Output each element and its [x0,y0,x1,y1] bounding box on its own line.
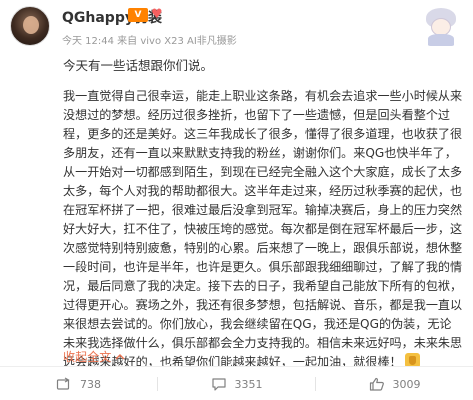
post-headline: 今天有一些话想跟你们说。 [63,58,214,73]
mascot-body [428,34,454,46]
post-header: QGhappy伪装 V ♥ 今天 12:44 来自 vivo X23 AI非凡摄… [0,0,473,52]
collapse-label: 收起全文 [63,350,112,364]
post-meta: 今天 12:44 来自 vivo X23 AI非凡摄影 [62,36,237,47]
post-paragraph: 我一直觉得自己很幸运，能走上职业这条路，有机会去追求一些小时候从来没想过的梦想。… [63,87,463,372]
like-button[interactable]: 3009 [316,367,473,400]
comment-count: 3351 [234,377,263,391]
vip-badge-icon: V [128,8,148,22]
comment-button[interactable]: 3351 [158,367,315,400]
heart-badge-icon: ♥ [151,7,163,22]
like-count: 3009 [392,377,421,391]
avatar-face [23,16,39,34]
comment-icon [211,377,227,391]
mascot-decoration-icon [420,4,464,48]
collapse-fulltext-link[interactable]: 收起全文 [63,348,125,365]
post-content: 我一直觉得自己很幸运，能走上职业这条路，有机会去追求一些小时候从来没想过的梦想。… [63,87,463,372]
chevron-up-icon [115,350,125,364]
avatar[interactable] [10,6,50,46]
repost-icon [56,377,72,391]
repost-count: 738 [80,377,101,391]
post-paragraph-text: 我一直觉得自己很幸运，能走上职业这条路，有机会去追求一些小时候从来没想过的梦想。… [63,89,463,369]
action-bar: 738 3351 3009 [0,366,473,400]
like-icon [369,377,385,391]
repost-button[interactable]: 738 [0,367,157,400]
